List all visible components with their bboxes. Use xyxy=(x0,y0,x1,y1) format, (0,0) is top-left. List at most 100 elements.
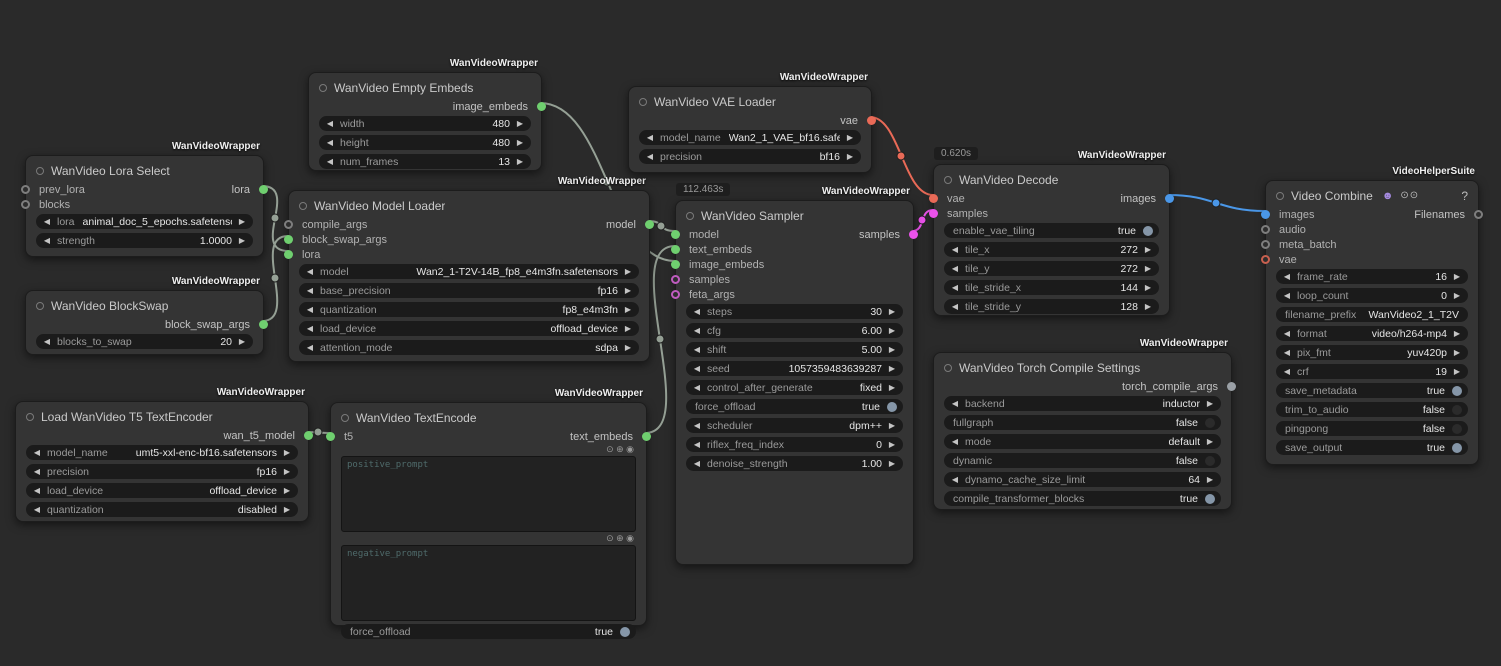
increment-arrow-icon[interactable] xyxy=(236,233,248,248)
node-title-bar[interactable]: WanVideo VAE Loader xyxy=(629,87,871,113)
collapse-icon[interactable] xyxy=(1276,192,1284,200)
decrement-arrow-icon[interactable] xyxy=(691,304,703,319)
widget-value[interactable]: 6.00 xyxy=(729,325,882,337)
decrement-arrow-icon[interactable] xyxy=(304,264,316,279)
widget-value[interactable]: 480 xyxy=(373,118,510,130)
widget-force_offload[interactable]: force_offload true xyxy=(686,399,903,414)
decrement-arrow-icon[interactable] xyxy=(949,396,961,411)
decrement-arrow-icon[interactable] xyxy=(1281,345,1293,360)
input-port-block_swap_args[interactable] xyxy=(284,235,293,244)
node-wanvideo-lora-select[interactable]: WanVideoWrapper WanVideo Lora Select pre… xyxy=(25,155,264,257)
widget-backend[interactable]: backend inductor xyxy=(944,396,1221,411)
widget-denoise_strength[interactable]: denoise_strength 1.00 xyxy=(686,456,903,471)
increment-arrow-icon[interactable] xyxy=(886,342,898,357)
node-title-bar[interactable]: WanVideo Sampler xyxy=(676,201,913,227)
decrement-arrow-icon[interactable] xyxy=(691,456,703,471)
widget-steps[interactable]: steps 30 xyxy=(686,304,903,319)
widget-compile_transformer_blocks[interactable]: compile_transformer_blocks true xyxy=(944,491,1221,506)
widget-value[interactable]: false xyxy=(1000,455,1198,467)
widget-quantization[interactable]: quantization disabled xyxy=(26,502,298,517)
increment-arrow-icon[interactable] xyxy=(1204,472,1216,487)
decrement-arrow-icon[interactable] xyxy=(691,361,703,376)
increment-arrow-icon[interactable] xyxy=(236,334,248,349)
output-port-block_swap_args[interactable] xyxy=(259,320,268,329)
decrement-arrow-icon[interactable] xyxy=(31,483,43,498)
widget-model_name[interactable]: model_name umt5-xxl-enc-bf16.safetensors xyxy=(26,445,298,460)
widget-value[interactable]: 64 xyxy=(1093,474,1200,486)
output-port-samples[interactable] xyxy=(909,230,918,239)
widget-value[interactable]: 1.0000 xyxy=(103,235,232,247)
widget-tile_y[interactable]: tile_y 272 xyxy=(944,261,1159,276)
node-video-combine[interactable]: VideoHelperSuite Video Combine ☻ ⊙⊙ ? im… xyxy=(1265,180,1479,465)
increment-arrow-icon[interactable] xyxy=(886,456,898,471)
decrement-arrow-icon[interactable] xyxy=(324,154,336,169)
widget-mode[interactable]: mode default xyxy=(944,434,1221,449)
collapse-icon[interactable] xyxy=(341,414,349,422)
widget-filename_prefix[interactable]: filename_prefix WanVideo2_1_T2V xyxy=(1276,307,1468,322)
widget-value[interactable]: false xyxy=(1001,417,1198,429)
input-port-samples[interactable] xyxy=(671,275,680,284)
decrement-arrow-icon[interactable] xyxy=(691,380,703,395)
widget-value[interactable]: 30 xyxy=(740,306,882,318)
prompt-toolbar[interactable]: ⊙ ⊕ ◉ xyxy=(331,444,646,455)
widget-value[interactable]: WanVideo2_1_T2V xyxy=(1364,309,1459,321)
widget-value[interactable]: true xyxy=(1350,442,1445,454)
toggle-knob[interactable] xyxy=(1205,494,1215,504)
increment-arrow-icon[interactable] xyxy=(1142,242,1154,257)
increment-arrow-icon[interactable] xyxy=(1204,434,1216,449)
collapse-icon[interactable] xyxy=(639,98,647,106)
widget-value[interactable]: sdpa xyxy=(400,342,618,354)
node-wanvideo-decode[interactable]: 0.620s WanVideoWrapper WanVideo Decode v… xyxy=(933,164,1170,316)
widget-fullgraph[interactable]: fullgraph false xyxy=(944,415,1221,430)
widget-value[interactable]: yuv420p xyxy=(1339,347,1447,359)
input-port-feta_args[interactable] xyxy=(671,290,680,299)
increment-arrow-icon[interactable] xyxy=(1204,396,1216,411)
collapse-icon[interactable] xyxy=(36,302,44,310)
increment-arrow-icon[interactable] xyxy=(622,283,634,298)
widget-value[interactable]: true xyxy=(419,626,613,638)
decrement-arrow-icon[interactable] xyxy=(304,340,316,355)
node-title-bar[interactable]: WanVideo Lora Select xyxy=(26,156,263,182)
input-port-images[interactable] xyxy=(1261,210,1270,219)
node-title-bar[interactable]: WanVideo Torch Compile Settings xyxy=(934,353,1231,379)
increment-arrow-icon[interactable] xyxy=(1451,269,1463,284)
widget-attention_mode[interactable]: attention_mode sdpa xyxy=(299,340,639,355)
input-port-t5[interactable] xyxy=(326,432,335,441)
increment-arrow-icon[interactable] xyxy=(1451,288,1463,303)
decrement-arrow-icon[interactable] xyxy=(304,302,316,317)
widget-precision[interactable]: precision bf16 xyxy=(639,149,861,164)
input-port-compile_args[interactable] xyxy=(284,220,293,229)
increment-arrow-icon[interactable] xyxy=(886,323,898,338)
node-wanvideo-model-loader[interactable]: WanVideoWrapper WanVideo Model Loader co… xyxy=(288,190,650,362)
input-port-vae[interactable] xyxy=(929,194,938,203)
widget-strength[interactable]: strength 1.0000 xyxy=(36,233,253,248)
widget-value[interactable]: Wan2_1-T2V-14B_fp8_e4m3fn.safetensors xyxy=(357,266,618,278)
decrement-arrow-icon[interactable] xyxy=(691,418,703,433)
decrement-arrow-icon[interactable] xyxy=(691,437,703,452)
widget-model_name[interactable]: model_name Wan2_1_VAE_bf16.safete... xyxy=(639,130,861,145)
output-port-image_embeds[interactable] xyxy=(537,102,546,111)
widget-tile_x[interactable]: tile_x 272 xyxy=(944,242,1159,257)
decrement-arrow-icon[interactable] xyxy=(324,135,336,150)
widget-control_after_generate[interactable]: control_after_generate fixed xyxy=(686,380,903,395)
collapse-icon[interactable] xyxy=(944,176,952,184)
node-wanvideo-sampler[interactable]: 112.463s WanVideoWrapper WanVideo Sample… xyxy=(675,200,914,565)
widget-width[interactable]: width 480 xyxy=(319,116,531,131)
decrement-arrow-icon[interactable] xyxy=(644,130,656,145)
prompt-toolbar[interactable]: ⊙ ⊕ ◉ xyxy=(331,533,646,544)
decrement-arrow-icon[interactable] xyxy=(949,472,961,487)
input-port-lora[interactable] xyxy=(284,250,293,259)
widget-load_device[interactable]: load_device offload_device xyxy=(26,483,298,498)
toggle-knob[interactable] xyxy=(1452,424,1462,434)
increment-arrow-icon[interactable] xyxy=(886,304,898,319)
node-title-bar[interactable]: WanVideo Empty Embeds xyxy=(309,73,541,99)
toggle-knob[interactable] xyxy=(1452,443,1462,453)
decrement-arrow-icon[interactable] xyxy=(31,502,43,517)
increment-arrow-icon[interactable] xyxy=(514,116,526,131)
toggle-knob[interactable] xyxy=(1205,418,1215,428)
node-title-bar[interactable]: Video Combine ☻ ⊙⊙ ? xyxy=(1266,181,1478,207)
toggle-knob[interactable] xyxy=(1452,405,1462,415)
output-port-torch_compile_args[interactable] xyxy=(1227,382,1236,391)
widget-value[interactable]: umt5-xxl-enc-bf16.safetensors xyxy=(116,447,277,459)
widget-value[interactable]: default xyxy=(999,436,1200,448)
